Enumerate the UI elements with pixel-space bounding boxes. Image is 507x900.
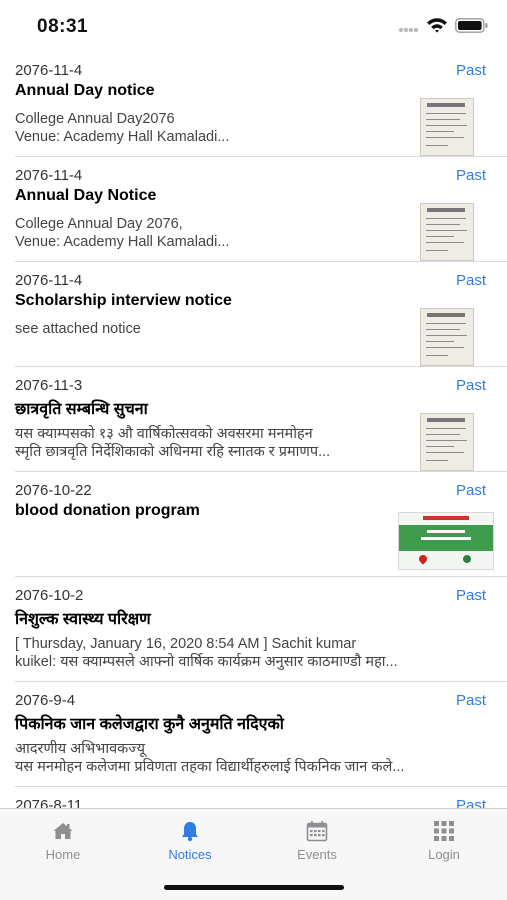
cellular-signal-icon [398,27,419,33]
notice-description-line: College Annual Day 2076, [15,216,183,232]
tab-label: Login [428,847,460,862]
notice-thumbnail[interactable] [420,203,474,261]
notice-status: Past [455,272,486,289]
notice-row[interactable]: 2076-11-4 Past Scholarship interview not… [0,262,507,367]
home-icon [53,823,73,839]
notice-row[interactable]: 2076-11-4 Past Annual Day Notice College… [0,157,507,262]
notice-description-line: यस मनमोहन कलेजमा प्रविणता तहका विद्यार्थ… [15,759,405,775]
tab-label: Events [297,847,337,862]
notice-date: 2076-8-11 [15,797,83,808]
tab-notices[interactable]: Notices [127,809,253,869]
notice-description-line: College Annual Day2076 [15,111,175,127]
notice-list[interactable]: 2076-11-4 Past Annual Day notice College… [0,52,507,808]
notice-status: Past [455,797,486,808]
notice-row[interactable]: 2076-8-11 Past [0,787,507,808]
notice-status: Past [455,167,486,184]
notice-status: Past [455,62,486,79]
notice-row[interactable]: 2076-11-4 Past Annual Day notice College… [0,52,507,157]
tab-label: Notices [168,847,212,862]
notice-description: see attached notice [15,320,410,338]
notice-description-line: see attached notice [15,321,141,337]
calendar-icon [306,821,328,842]
notice-thumbnail[interactable] [420,98,474,156]
notice-date: 2076-10-2 [15,587,84,604]
notice-description: यस क्याम्पसको १३ औ वार्षिकोत्सवको अवसरमा… [15,425,410,461]
notice-date: 2076-11-3 [15,377,83,394]
bell-icon [182,822,198,842]
notice-title: Annual Day Notice [15,187,157,204]
notice-date: 2076-11-4 [15,62,83,79]
notice-description-line: Venue: Academy Hall Kamaladi... [15,129,230,145]
notice-description-line: आदरणीय अभिभावकज्यू [15,741,146,757]
notice-description-line: यस क्याम्पसको १३ औ वार्षिकोत्सवको अवसरमा… [15,426,313,442]
status-time: 08:31 [37,16,89,37]
grid-icon [434,821,454,841]
notice-description: आदरणीय अभिभावकज्यू यस मनमोहन कलेजमा प्रव… [15,740,493,776]
notice-row[interactable]: 2076-9-4 Past पिकनिक जान कलेजद्वारा कुनै… [0,682,507,787]
notice-date: 2076-9-4 [15,692,76,709]
tab-login[interactable]: Login [381,809,507,869]
notice-title: छात्रवृति सम्बन्धि सुचना [15,401,148,418]
notice-date: 2076-10-22 [15,482,92,499]
notice-description: College Annual Day 2076, Venue: Academy … [15,215,410,251]
notice-row[interactable]: 2076-10-22 Past blood donation program [0,472,507,577]
notice-row[interactable]: 2076-10-2 Past निशुल्क स्वास्थ्य परिक्षण… [0,577,507,682]
notice-status: Past [455,377,486,394]
home-indicator[interactable] [164,885,344,890]
tab-home[interactable]: Home [0,809,126,869]
battery-icon [455,18,488,33]
notice-status: Past [455,482,486,499]
tab-label: Home [45,847,81,862]
notice-row[interactable]: 2076-11-3 Past छात्रवृति सम्बन्धि सुचना … [0,367,507,472]
notice-title: निशुल्क स्वास्थ्य परिक्षण [15,611,151,628]
notice-thumbnail[interactable] [420,308,474,366]
notice-description: [ Thursday, January 16, 2020 8:54 AM ] S… [15,635,493,671]
notice-title: Annual Day notice [15,82,155,99]
tab-events[interactable]: Events [254,809,380,869]
notice-title: blood donation program [15,502,200,519]
notice-description-line: [ Thursday, January 16, 2020 8:54 AM ] S… [15,636,357,652]
notice-description-line: स्मृति छात्रवृति निर्देशिकाको अधिनमा रहि… [15,444,331,460]
notice-status: Past [455,587,486,604]
notice-date: 2076-11-4 [15,272,83,289]
notice-date: 2076-11-4 [15,167,83,184]
wifi-icon [427,18,447,33]
notice-thumbnail[interactable] [398,512,494,570]
notice-title: Scholarship interview notice [15,292,232,309]
status-bar: 08:31 [0,0,507,52]
notice-title: पिकनिक जान कलेजद्वारा कुनै अनुमति नदिएको [15,716,284,733]
notice-description-line: Venue: Academy Hall Kamaladi... [15,234,230,250]
notice-description-line: kuikel: यस क्याम्पसले आफ्नो वार्षिक कार्… [15,654,398,670]
notice-thumbnail[interactable] [420,413,474,471]
notice-description: College Annual Day2076 Venue: Academy Ha… [15,110,410,146]
notice-status: Past [455,692,486,709]
